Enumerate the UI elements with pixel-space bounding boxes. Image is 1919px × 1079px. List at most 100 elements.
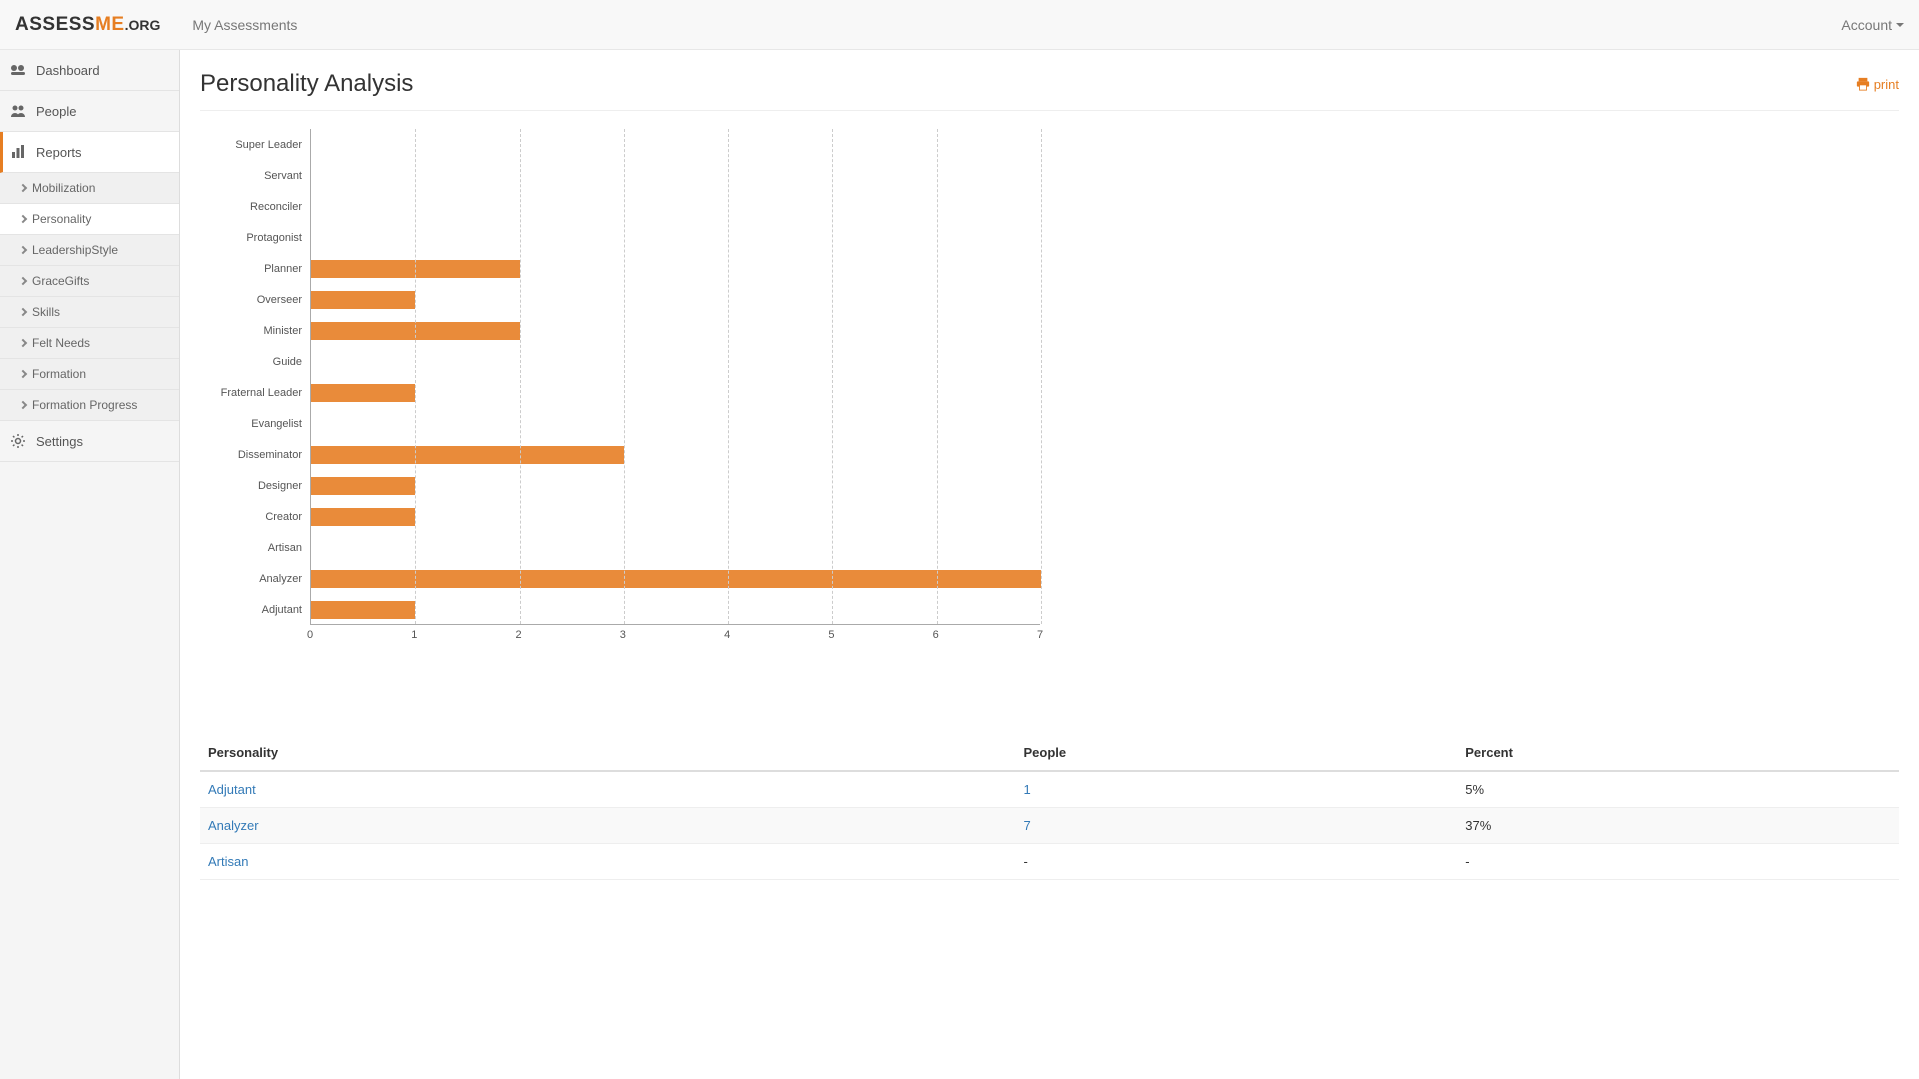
chart-bar-row bbox=[311, 439, 624, 470]
chart-bar bbox=[311, 508, 415, 526]
chart-x-tick: 3 bbox=[620, 629, 626, 641]
sidebar-sub-label: Mobilization bbox=[32, 181, 95, 195]
account-label: Account bbox=[1841, 17, 1892, 33]
people-link[interactable]: 7 bbox=[1024, 818, 1031, 833]
chart-bar bbox=[311, 477, 415, 495]
sidebar-sub-label: Formation Progress bbox=[32, 398, 137, 412]
chart-bar bbox=[311, 446, 624, 464]
chart-x-tick: 6 bbox=[933, 629, 939, 641]
nav-my-assessments[interactable]: My Assessments bbox=[180, 17, 309, 33]
chart-gridline bbox=[937, 129, 938, 624]
chart-y-label: Reconciler bbox=[200, 191, 310, 222]
account-dropdown[interactable]: Account bbox=[1841, 17, 1904, 33]
print-icon bbox=[1856, 77, 1870, 91]
chart-y-label: Disseminator bbox=[200, 439, 310, 470]
chart-x-tick: 0 bbox=[307, 629, 313, 641]
sidebar-sub-mobilization[interactable]: Mobilization bbox=[0, 173, 179, 204]
sidebar-sub-label: LeadershipStyle bbox=[32, 243, 118, 257]
chart-y-label: Guide bbox=[200, 346, 310, 377]
chart-y-label: Analyzer bbox=[200, 563, 310, 594]
chart-gridline bbox=[832, 129, 833, 624]
sidebar-item-dashboard[interactable]: Dashboard bbox=[0, 50, 179, 91]
chart-x-tick: 7 bbox=[1037, 629, 1043, 641]
personality-link[interactable]: Analyzer bbox=[208, 818, 259, 833]
chart-y-label: Adjutant bbox=[200, 594, 310, 625]
chart-bar-row bbox=[311, 377, 415, 408]
sidebar-item-reports[interactable]: Reports bbox=[0, 132, 179, 173]
caret-down-icon bbox=[1896, 23, 1904, 27]
chart-bar bbox=[311, 601, 415, 619]
chart-y-label: Artisan bbox=[200, 532, 310, 563]
chevron-right-icon bbox=[19, 401, 27, 409]
brand-assess: ASSESS bbox=[15, 14, 95, 35]
table-row: Artisan -- bbox=[200, 844, 1899, 880]
chevron-right-icon bbox=[19, 339, 27, 347]
sidebar-sub-label: GraceGifts bbox=[32, 274, 89, 288]
brand-suffix: .ORG bbox=[125, 17, 161, 33]
chevron-right-icon bbox=[19, 184, 27, 192]
chart-bar-row bbox=[311, 594, 415, 625]
table-header-personality: Personality bbox=[200, 735, 1016, 771]
sidebar-item-people[interactable]: People bbox=[0, 91, 179, 132]
percent-cell: 37% bbox=[1457, 808, 1899, 844]
sidebar-item-label: Reports bbox=[36, 145, 82, 160]
table-row: Analyzer 7 37% bbox=[200, 808, 1899, 844]
sidebar-sub-skills[interactable]: Skills bbox=[0, 297, 179, 328]
sidebar-sub-label: Formation bbox=[32, 367, 86, 381]
table-header-percent: Percent bbox=[1457, 735, 1899, 771]
sidebar-sub-formationprogress[interactable]: Formation Progress bbox=[0, 390, 179, 421]
sidebar-sub-label: Skills bbox=[32, 305, 60, 319]
chevron-right-icon bbox=[19, 308, 27, 316]
print-label: print bbox=[1874, 77, 1899, 92]
chart-gridline bbox=[624, 129, 625, 624]
sidebar-sub-gracegifts[interactable]: GraceGifts bbox=[0, 266, 179, 297]
chart-y-label: Protagonist bbox=[200, 222, 310, 253]
chart-y-label: Minister bbox=[200, 315, 310, 346]
personality-chart: Super LeaderServantReconcilerProtagonist… bbox=[200, 129, 1040, 645]
chart-gridline bbox=[520, 129, 521, 624]
people-link[interactable]: 1 bbox=[1024, 782, 1031, 797]
personality-table: Personality People Percent Adjutant15%An… bbox=[200, 735, 1899, 880]
main-content: Personality Analysis print Super LeaderS… bbox=[180, 50, 1919, 1079]
chart-bar-row bbox=[311, 470, 415, 501]
chart-bar-row bbox=[311, 501, 415, 532]
table-row: Adjutant 1 5% bbox=[200, 771, 1899, 808]
settings-icon bbox=[10, 433, 26, 449]
people-cell: - bbox=[1016, 844, 1458, 880]
chevron-right-icon bbox=[19, 370, 27, 378]
people-icon bbox=[10, 103, 26, 119]
chart-y-label: Fraternal Leader bbox=[200, 377, 310, 408]
chart-y-label: Servant bbox=[200, 160, 310, 191]
chart-bar bbox=[311, 570, 1041, 588]
sidebar-sub-leadershipstyle[interactable]: LeadershipStyle bbox=[0, 235, 179, 266]
sidebar-item-label: Settings bbox=[36, 434, 83, 449]
sidebar-sub-feltneeds[interactable]: Felt Needs bbox=[0, 328, 179, 359]
sidebar-sub-label: Felt Needs bbox=[32, 336, 90, 350]
chart-gridline bbox=[415, 129, 416, 624]
sidebar-sub-personality[interactable]: Personality bbox=[0, 204, 179, 235]
chart-x-tick: 2 bbox=[516, 629, 522, 641]
dashboard-icon bbox=[10, 62, 26, 78]
sidebar-item-label: People bbox=[36, 104, 76, 119]
sidebar-item-settings[interactable]: Settings bbox=[0, 421, 179, 462]
percent-cell: 5% bbox=[1457, 771, 1899, 808]
brand-logo[interactable]: ASSESSME .ORG bbox=[15, 14, 160, 36]
chart-y-label: Designer bbox=[200, 470, 310, 501]
personality-link[interactable]: Adjutant bbox=[208, 782, 256, 797]
chart-bar bbox=[311, 384, 415, 402]
chevron-right-icon bbox=[19, 277, 27, 285]
chart-y-label: Super Leader bbox=[200, 129, 310, 160]
print-button[interactable]: print bbox=[1856, 77, 1899, 92]
brand-me: ME bbox=[95, 14, 125, 35]
chart-x-tick: 5 bbox=[828, 629, 834, 641]
chart-bar bbox=[311, 291, 415, 309]
sidebar: Dashboard People Reports Mobilization Pe… bbox=[0, 50, 180, 1079]
sidebar-sub-formation[interactable]: Formation bbox=[0, 359, 179, 390]
personality-link[interactable]: Artisan bbox=[208, 854, 248, 869]
percent-cell: - bbox=[1457, 844, 1899, 880]
chart-bar-row bbox=[311, 563, 1041, 594]
chart-x-tick: 4 bbox=[724, 629, 730, 641]
sidebar-sub-label: Personality bbox=[32, 212, 91, 226]
sidebar-item-label: Dashboard bbox=[36, 63, 100, 78]
chevron-right-icon bbox=[19, 215, 27, 223]
